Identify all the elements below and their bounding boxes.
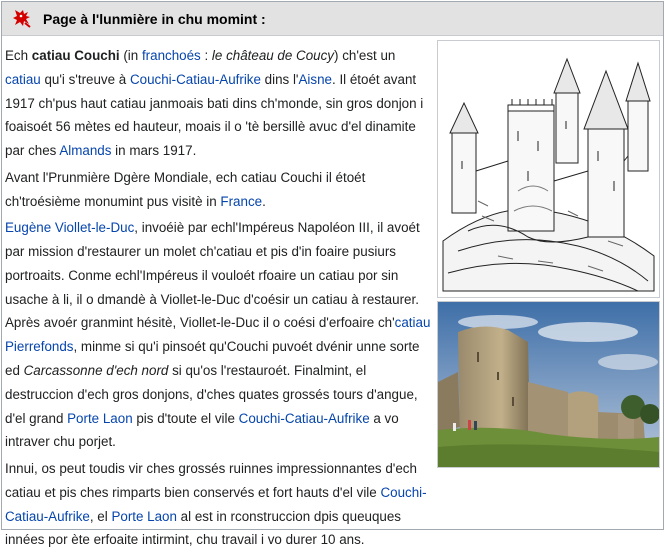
- text: ) ch'est un: [334, 48, 396, 63]
- text: , el: [89, 508, 112, 524]
- link-couchi[interactable]: Couchi-Catiau-Aufrike: [130, 72, 261, 87]
- link-couchi[interactable]: Couchi-Catiau-Aufrike: [239, 411, 370, 426]
- text: Innui, os peut toudis vir ches grossés r…: [5, 460, 417, 500]
- carcassonne-phrase: Carcassonne d'ech nord: [23, 362, 169, 378]
- text: dins l': [260, 71, 299, 87]
- article-body: Ech catiau Couchi (in franchoés : le châ…: [5, 44, 431, 555]
- link-porte-laon[interactable]: Porte Laon: [111, 509, 177, 524]
- paragraph-1: Ech catiau Couchi (in franchoés : le châ…: [5, 44, 431, 163]
- portal-header: Page à l'lunmière in chu momint :: [2, 2, 663, 36]
- text: .: [262, 193, 266, 209]
- link-porte-laon[interactable]: Porte Laon: [67, 411, 133, 426]
- text: in mars 1917.: [111, 143, 197, 159]
- text: pis d'toute el vile: [132, 410, 239, 426]
- castle-engraving-drawing: [442, 57, 655, 292]
- text: (in: [119, 48, 142, 63]
- link-france[interactable]: France: [220, 194, 262, 209]
- castle-ruins-drawing: [438, 302, 659, 467]
- text: :: [200, 48, 212, 63]
- french-name: le château de Coucy: [211, 48, 335, 63]
- castle-engraving-image[interactable]: [437, 40, 660, 298]
- link-aisne[interactable]: Aisne: [299, 72, 333, 87]
- link-viollet-le-duc[interactable]: Eugène Viollet-le-Duc: [5, 220, 134, 235]
- text: Ech: [5, 48, 32, 63]
- article-subject: catiau Couchi: [31, 48, 120, 63]
- castle-ruins-photo[interactable]: [437, 301, 660, 468]
- heraldic-lion-icon: [13, 10, 31, 28]
- portal-title: Page à l'lunmière in chu momint :: [43, 11, 266, 27]
- paragraph-3: Eugène Viollet-le-Duc, invoéiè par echl'…: [5, 216, 431, 454]
- paragraph-2: Avant l'Prunmière Dgère Mondiale, ech ca…: [5, 166, 431, 214]
- paragraph-4: Innui, os peut toudis vir ches grossés r…: [5, 457, 431, 552]
- link-franchoes[interactable]: franchoés: [142, 48, 201, 63]
- text: , invoéiè par echl'Impéreus Napoléon III…: [5, 220, 420, 331]
- text: Avant l'Prunmière Dgère Mondiale, ech ca…: [5, 169, 366, 209]
- text: qu'i s'treuve à: [40, 71, 130, 87]
- link-catiau[interactable]: catiau: [5, 72, 41, 87]
- link-almands[interactable]: Almands: [59, 143, 111, 158]
